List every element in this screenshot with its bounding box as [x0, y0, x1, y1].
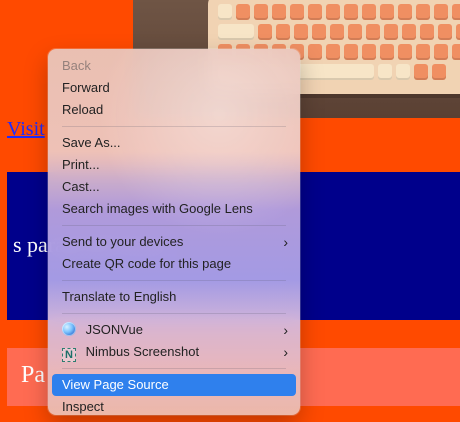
menu-item-label: View Page Source [62, 377, 169, 392]
menu-item-jsonvue[interactable]: JSONVue › [48, 319, 300, 341]
menu-item-translate[interactable]: Translate to English [48, 286, 300, 308]
menu-item-label: Save As... [62, 135, 121, 150]
context-menu: Back Forward Reload Save As... Print... … [48, 49, 300, 415]
menu-item-create-qr-code[interactable]: Create QR code for this page [48, 253, 300, 275]
chevron-right-icon: › [283, 344, 288, 360]
menu-separator [62, 280, 286, 281]
menu-item-forward[interactable]: Forward [48, 77, 300, 99]
menu-item-view-page-source[interactable]: View Page Source [52, 374, 296, 396]
menu-separator [62, 368, 286, 369]
chevron-right-icon: › [283, 322, 288, 338]
menu-item-label: Inspect [62, 399, 104, 414]
menu-item-back: Back [48, 55, 300, 77]
menu-item-search-images-google-lens[interactable]: Search images with Google Lens [48, 198, 300, 220]
menu-item-label: Nimbus Screenshot [85, 344, 200, 359]
keyboard-row [218, 4, 460, 20]
menu-separator [62, 313, 286, 314]
menu-item-save-as[interactable]: Save As... [48, 132, 300, 154]
menu-item-label: Translate to English [62, 289, 177, 304]
menu-item-label: JSONVue [85, 322, 143, 337]
menu-item-nimbus-screenshot[interactable]: N Nimbus Screenshot › [48, 341, 300, 363]
menu-item-label: Reload [62, 102, 104, 117]
menu-item-label: Create QR code for this page [62, 256, 232, 271]
menu-item-label: Back [62, 58, 91, 73]
jsonvue-icon [62, 322, 76, 336]
menu-item-label: Forward [62, 80, 110, 95]
menu-separator [62, 126, 286, 127]
menu-item-label: Print... [62, 157, 100, 172]
menu-item-inspect[interactable]: Inspect [48, 396, 300, 415]
keyboard-row [218, 24, 460, 40]
menu-separator [62, 225, 286, 226]
menu-item-label: Search images with Google Lens [62, 201, 253, 216]
menu-item-reload[interactable]: Reload [48, 99, 300, 121]
visit-link[interactable]: Visit [7, 118, 45, 141]
nimbus-screenshot-icon: N [62, 348, 76, 362]
chevron-right-icon: › [283, 234, 288, 250]
menu-item-label: Send to your devices [62, 234, 184, 249]
menu-item-print[interactable]: Print... [48, 154, 300, 176]
menu-item-send-to-devices[interactable]: Send to your devices › [48, 231, 300, 253]
bottom-paragraph-text: Pa [21, 362, 45, 388]
menu-item-cast[interactable]: Cast... [48, 176, 300, 198]
menu-item-label: Cast... [62, 179, 100, 194]
